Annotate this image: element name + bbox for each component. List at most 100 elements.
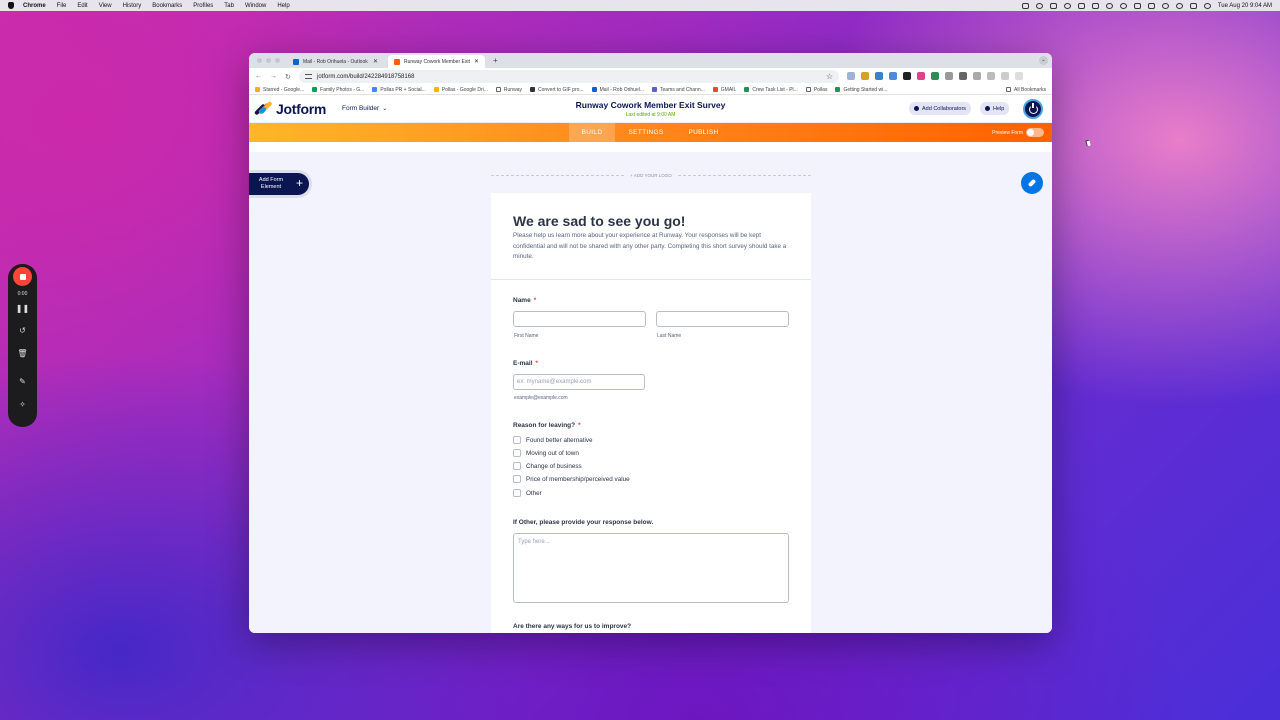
screen-record-icon[interactable] [1049, 2, 1057, 9]
tab-search-icon[interactable]: ⌄ [1039, 56, 1048, 65]
first-name-input[interactable] [513, 311, 646, 327]
extension-icon[interactable] [931, 72, 939, 80]
last-name-input[interactable] [656, 311, 789, 327]
menu-app-name[interactable]: Chrome [23, 3, 46, 9]
menu-history[interactable]: History [123, 3, 142, 9]
menu-window[interactable]: Window [245, 3, 266, 9]
other-response-textarea[interactable]: Type here... [513, 533, 789, 603]
extension-icon[interactable] [903, 72, 911, 80]
bookmark-item[interactable]: Starred - Google... [255, 87, 304, 93]
improve-question[interactable]: Are there any ways for us to improve? [513, 623, 631, 630]
keyboard-icon[interactable] [1077, 2, 1085, 9]
menu-bookmarks[interactable]: Bookmarks [152, 3, 182, 9]
wifi-icon[interactable] [1161, 2, 1169, 9]
dropbox-icon[interactable] [1021, 2, 1029, 9]
address-bar[interactable]: jotform.com/build/242284918758168 ☆ [299, 70, 839, 83]
siri-icon[interactable] [1203, 2, 1211, 9]
settings-icon[interactable] [1063, 2, 1071, 9]
extension-icon[interactable] [917, 72, 925, 80]
menu-edit[interactable]: Edit [77, 3, 87, 9]
email-question[interactable]: E-mail * [513, 360, 538, 367]
minimize-window-button[interactable] [266, 58, 271, 63]
form-designer-button[interactable] [1021, 172, 1043, 194]
close-tab-icon[interactable]: ✕ [474, 58, 479, 65]
all-bookmarks[interactable]: All Bookmarks [1006, 87, 1046, 93]
tab-publish[interactable]: PUBLISH [681, 123, 726, 142]
add-form-element-button[interactable]: Add Form Element + [249, 173, 309, 195]
bookmark-item[interactable]: Teams and Chann... [652, 87, 705, 93]
extension-icon[interactable] [945, 72, 953, 80]
back-button[interactable]: ← [255, 73, 262, 80]
menu-file[interactable]: File [57, 3, 67, 9]
reason-option[interactable]: Moving out of town [513, 449, 579, 457]
other-question[interactable]: If Other, please provide your response b… [513, 519, 653, 526]
battery-icon[interactable] [1147, 2, 1155, 9]
extension-icon[interactable] [847, 72, 855, 80]
menu-tab[interactable]: Tab [224, 3, 234, 9]
extension-icon[interactable] [959, 72, 967, 80]
reason-option[interactable]: Price of membership/perceived value [513, 475, 630, 483]
bookmark-item[interactable]: Getting Started wi... [835, 87, 887, 93]
bookmark-item[interactable]: Pollas - Google Dri... [433, 87, 488, 93]
reason-option[interactable]: Change of business [513, 462, 582, 470]
reload-button[interactable]: ↻ [285, 73, 291, 81]
extension-icon[interactable] [889, 72, 897, 80]
menu-help[interactable]: Help [277, 3, 289, 9]
headphones-icon[interactable] [1119, 2, 1127, 9]
bookmark-item[interactable]: Crew Task List - Pl... [744, 87, 798, 93]
tab-settings[interactable]: SETTINGS [621, 123, 671, 142]
new-tab-button[interactable]: + [493, 56, 498, 65]
extension-icon[interactable] [875, 72, 883, 80]
name-question[interactable]: Name * [513, 297, 536, 304]
bookmark-item[interactable]: Runway [495, 87, 522, 93]
checkbox[interactable] [513, 449, 521, 457]
email-field[interactable]: ex: myname@example.com [513, 374, 645, 390]
control-center-icon[interactable] [1189, 2, 1197, 9]
bookmark-item[interactable]: Family Photos - G... [312, 87, 364, 93]
pencil-icon[interactable]: ✎ [8, 377, 37, 386]
close-window-button[interactable] [257, 58, 262, 63]
reason-option[interactable]: Found better alternative [513, 436, 593, 444]
forward-button[interactable]: → [270, 73, 277, 80]
checkbox[interactable] [513, 462, 521, 470]
restart-icon[interactable]: ↺ [8, 326, 37, 335]
apple-icon[interactable] [8, 2, 14, 9]
reason-option[interactable]: Other [513, 489, 542, 497]
help-button[interactable]: Help [980, 102, 1010, 115]
form-intro[interactable]: Please help us learn more about your exp… [513, 231, 791, 263]
reason-question[interactable]: Reason for leaving? * [513, 422, 581, 429]
dollar-icon[interactable] [1105, 2, 1113, 9]
add-logo[interactable]: + ADD YOUR LOGO [491, 172, 811, 178]
creative-cloud-icon[interactable] [1035, 2, 1043, 9]
bookmark-item[interactable]: Convert to GIF pro... [529, 87, 584, 93]
bookmark-item[interactable]: Pollas PR + Social... [372, 87, 426, 93]
checkbox[interactable] [513, 436, 521, 444]
spotlight-icon[interactable] [1175, 2, 1183, 9]
add-collaborators-button[interactable]: Add Collaborators [909, 102, 972, 115]
form-heading[interactable]: We are sad to see you go! [513, 213, 685, 229]
tab-outlook[interactable]: Mail - Rob Orihuela - Outlook ✕ [287, 55, 384, 68]
bookmark-item[interactable]: Pollas [805, 87, 827, 93]
checkbox[interactable] [513, 475, 521, 483]
trash-icon[interactable]: 🗑 [8, 349, 37, 358]
avatar[interactable] [1023, 99, 1043, 119]
effects-icon[interactable]: ✧ [8, 400, 37, 409]
tab-build[interactable]: BUILD [569, 123, 615, 142]
close-tab-icon[interactable]: ✕ [373, 58, 378, 65]
extension-icon[interactable] [861, 72, 869, 80]
extensions-puzzle-icon[interactable] [987, 72, 995, 80]
site-info-icon[interactable] [305, 74, 312, 79]
tab-jotform[interactable]: Runway Cowork Member Exit Survey ✕ [388, 55, 485, 68]
zoom-window-button[interactable] [275, 58, 280, 63]
volume-icon[interactable] [1133, 2, 1141, 9]
download-icon[interactable] [1001, 72, 1009, 80]
preview-form-toggle[interactable] [1026, 128, 1044, 137]
extension-icon[interactable] [973, 72, 981, 80]
menu-view[interactable]: View [99, 3, 112, 9]
display-icon[interactable] [1091, 2, 1099, 9]
bookmark-item[interactable]: GMAIL [712, 87, 736, 93]
more-menu-icon[interactable] [1015, 72, 1023, 80]
bookmark-star-icon[interactable]: ☆ [826, 72, 833, 81]
checkbox[interactable] [513, 489, 521, 497]
pause-icon[interactable]: ❚❚ [8, 304, 37, 313]
